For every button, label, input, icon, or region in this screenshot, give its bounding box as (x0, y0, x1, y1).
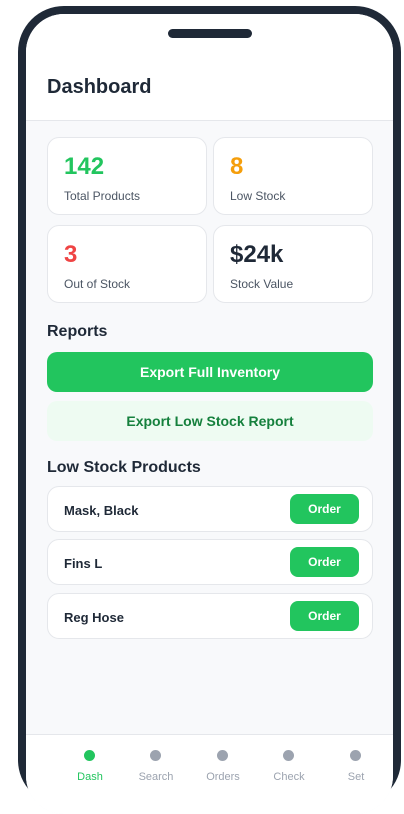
stat-label: Out of Stock (64, 277, 131, 291)
phone-frame: Dashboard 142 Total Products 8 Low Stock… (18, 6, 401, 814)
stat-card-out-of-stock[interactable]: 3 Out of Stock (47, 225, 207, 303)
settings-icon (350, 750, 361, 761)
app-header: Dashboard (26, 50, 393, 121)
stat-card-low-stock[interactable]: 8 Low Stock (213, 137, 373, 215)
bottom-nav: Dash Search Orders Check Set (26, 734, 393, 814)
nav-label: Orders (206, 771, 240, 783)
app-screen: Dashboard 142 Total Products 8 Low Stock… (26, 14, 393, 814)
stat-label: Low Stock (230, 189, 286, 203)
list-item: Reg Hose Order (47, 593, 373, 639)
nav-label: Check (273, 771, 305, 783)
reports-section-title: Reports (47, 323, 108, 340)
product-name: Reg Hose (64, 610, 124, 625)
stat-value: 8 (230, 153, 244, 180)
notch (168, 29, 252, 38)
stat-value: 3 (64, 241, 78, 268)
list-item: Fins L Order (47, 539, 373, 585)
nav-item-dash[interactable]: Dash (60, 735, 120, 791)
order-button[interactable]: Order (290, 494, 359, 524)
nav-item-set[interactable]: Set (326, 735, 386, 791)
nav-label: Set (347, 771, 365, 783)
stat-card-total-products[interactable]: 142 Total Products (47, 137, 207, 215)
dash-icon (84, 750, 95, 761)
status-area (26, 14, 393, 50)
export-low-stock-report-button[interactable]: Export Low Stock Report (47, 401, 373, 441)
product-name: Fins L (64, 556, 103, 571)
search-icon (150, 750, 161, 761)
check-icon (283, 750, 294, 761)
nav-item-orders[interactable]: Orders (193, 735, 253, 791)
order-button[interactable]: Order (290, 601, 359, 631)
stat-label: Total Products (64, 189, 141, 203)
stat-card-stock-value[interactable]: $24k Stock Value (213, 225, 373, 303)
export-full-inventory-button[interactable]: Export Full Inventory (47, 352, 373, 392)
nav-item-search[interactable]: Search (126, 735, 186, 791)
product-name: Mask, Black (64, 503, 139, 518)
list-item: Mask, Black Order (47, 486, 373, 532)
stat-label: Stock Value (230, 277, 294, 291)
page-title: Dashboard (47, 76, 152, 98)
stat-value: 142 (64, 153, 105, 180)
order-button[interactable]: Order (290, 547, 359, 577)
low-stock-section-title: Low Stock Products (47, 459, 201, 476)
stat-value: $24k (230, 241, 284, 268)
nav-item-check[interactable]: Check (259, 735, 319, 791)
nav-label: Search (138, 771, 174, 783)
nav-label: Dash (77, 771, 103, 783)
orders-icon (217, 750, 228, 761)
